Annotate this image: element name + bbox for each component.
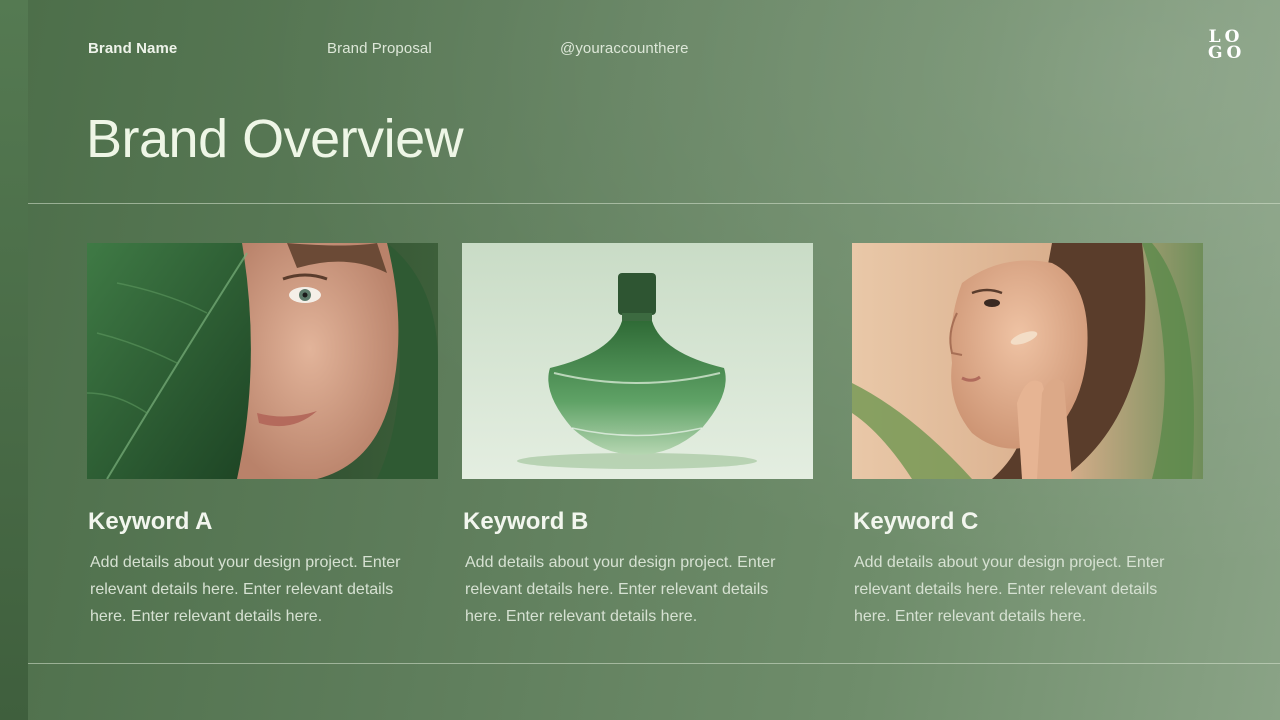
card-text-a: Add details about your design project. E… bbox=[90, 554, 401, 625]
card-text-c: Add details about your design project. E… bbox=[854, 554, 1165, 625]
brand-name: Brand Name bbox=[88, 40, 178, 57]
card-title-b: Keyword B bbox=[463, 508, 589, 535]
logo-line-2: GO bbox=[1208, 43, 1246, 63]
divider-bottom bbox=[28, 663, 1280, 664]
card-image-c bbox=[852, 243, 1203, 479]
logo: LO GO bbox=[1208, 29, 1244, 63]
card-title-c: Keyword C bbox=[853, 508, 979, 535]
card-image-b bbox=[462, 243, 813, 479]
card-text-b: Add details about your design project. E… bbox=[465, 554, 776, 625]
slide: Brand Name Brand Proposal @youraccounthe… bbox=[0, 0, 1280, 720]
proposal-label: Brand Proposal bbox=[327, 40, 432, 57]
divider-top bbox=[28, 203, 1280, 204]
page-title: Brand Overview bbox=[86, 109, 464, 169]
account-handle: @youraccounthere bbox=[560, 40, 689, 57]
card-title-a: Keyword A bbox=[88, 508, 213, 535]
left-accent-strip bbox=[0, 0, 28, 720]
card-image-a bbox=[87, 243, 438, 479]
